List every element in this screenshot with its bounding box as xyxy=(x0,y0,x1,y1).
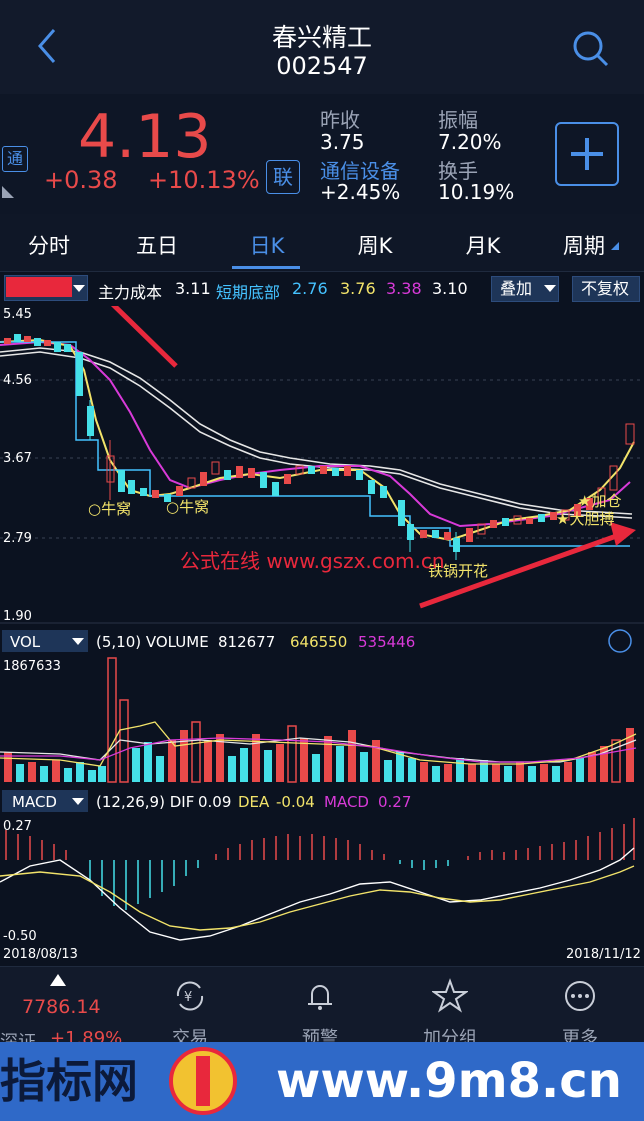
active-tab-underline xyxy=(232,266,300,269)
niuwo-label-1: ○牛窝 xyxy=(88,500,131,518)
macd-panel xyxy=(0,788,644,966)
star-icon[interactable] xyxy=(432,978,468,1014)
indicator-value-yellow: 3.76 xyxy=(340,279,376,298)
search-icon[interactable] xyxy=(570,28,610,68)
triangle-up-icon xyxy=(50,974,66,986)
vol-params: (5,10) VOLUME xyxy=(96,633,209,651)
plus-icon xyxy=(571,138,603,170)
vol-select-label: VOL xyxy=(10,633,41,651)
banner-site-name: 指标网 xyxy=(0,1054,138,1108)
macd-macd-label: MACD xyxy=(324,793,369,811)
prev-close-label: 昨收 xyxy=(320,108,360,132)
indicator-value-white: 3.10 xyxy=(432,279,468,298)
short-bottom-label: 短期底部 xyxy=(216,283,281,302)
watermark-gszx: 公式在线 www.gszx.com.cn xyxy=(180,549,445,573)
macd-bottom-label: -0.50 xyxy=(3,929,37,944)
bell-icon[interactable] xyxy=(302,978,338,1014)
macd-select-label: MACD xyxy=(12,793,57,811)
more-icon[interactable] xyxy=(562,978,598,1014)
vol-ma10: 535446 xyxy=(358,633,415,651)
banner-url: www.9m8.cn xyxy=(276,1053,622,1109)
period-corner-icon xyxy=(611,242,619,250)
formula-redacted-label xyxy=(6,277,72,297)
macd-end-date: 2018/11/12 xyxy=(566,947,641,962)
y-label-3: 3.67 xyxy=(3,451,32,466)
chevron-down-icon xyxy=(73,285,85,292)
short-bottom-value: 2.76 xyxy=(292,279,328,298)
overlay-chevron-down-icon xyxy=(544,285,556,292)
site-logo-icon xyxy=(169,1047,237,1115)
macd-top-label: 0.27 xyxy=(3,819,32,834)
vol-max-label: 1867633 xyxy=(3,659,61,674)
last-price: 4.13 xyxy=(78,102,212,172)
macd-macd: 0.27 xyxy=(378,793,411,811)
tab-intraday[interactable]: 分时 xyxy=(14,230,84,260)
tab-period[interactable]: 周期 xyxy=(556,230,612,260)
amplitude-label: 振幅 xyxy=(438,108,478,132)
macd-dea-label: DEA xyxy=(238,793,270,811)
tab-monthly-k[interactable]: 月K xyxy=(448,230,518,260)
tab-five-day[interactable]: 五日 xyxy=(122,230,192,260)
y-label-4: 2.79 xyxy=(3,531,32,546)
sector-change: +2.45% xyxy=(320,180,401,204)
stock-name: 春兴精工 xyxy=(271,23,372,52)
price-change: +0.38 xyxy=(44,166,118,194)
prev-close-value: 3.75 xyxy=(320,130,365,154)
niuwo-label-2: ○牛窝 xyxy=(166,498,209,516)
tab-daily-k[interactable]: 日K xyxy=(232,230,302,260)
vol-ma5: 646550 xyxy=(290,633,347,651)
price-change-percent: +10.13% xyxy=(148,166,260,194)
trade-icon[interactable]: ¥ xyxy=(172,978,208,1014)
main-cost-value: 3.11 xyxy=(175,279,211,298)
vol-volume: 812677 xyxy=(218,633,275,651)
y-label-5: 1.90 xyxy=(3,609,32,624)
overlay-label: 叠加 xyxy=(500,279,533,298)
turnover-value: 10.19% xyxy=(438,180,515,204)
amplitude-value: 7.20% xyxy=(438,130,502,154)
stock-code: 002547 xyxy=(276,52,368,80)
macd-dea: -0.04 xyxy=(276,793,315,811)
y-label-2: 4.56 xyxy=(3,373,32,388)
jiacang-label: ★加仓 xyxy=(578,492,621,510)
stock-charts[interactable]: 5.45 4.56 3.67 2.79 1.90 ○牛窝 ○牛窝 铁锅开花 ★加… xyxy=(0,306,644,966)
macd-params: (12,26,9) DIF xyxy=(96,793,194,811)
period-tabs xyxy=(0,214,644,272)
y-label-1: 5.45 xyxy=(3,307,32,322)
tong-badge[interactable]: 通 xyxy=(2,146,28,172)
macd-start-date: 2018/08/13 xyxy=(3,947,78,962)
no-adjust-label: 不复权 xyxy=(581,279,630,298)
tab-weekly-k[interactable]: 周K xyxy=(340,230,410,260)
svg-text:¥: ¥ xyxy=(184,990,192,1005)
macd-dif: 0.09 xyxy=(198,793,231,811)
index-value[interactable]: 7786.14 xyxy=(22,996,101,1018)
no-adjust-button[interactable]: 不复权 xyxy=(572,276,640,302)
main-cost-label: 主力成本 xyxy=(98,283,163,302)
linked-button[interactable]: 联 xyxy=(266,160,300,194)
add-watchlist-button[interactable] xyxy=(555,122,619,186)
indicator-value-magenta: 3.38 xyxy=(386,279,422,298)
dadan-label: ★大胆搏 xyxy=(556,510,614,528)
corner-triangle-icon xyxy=(2,186,14,198)
